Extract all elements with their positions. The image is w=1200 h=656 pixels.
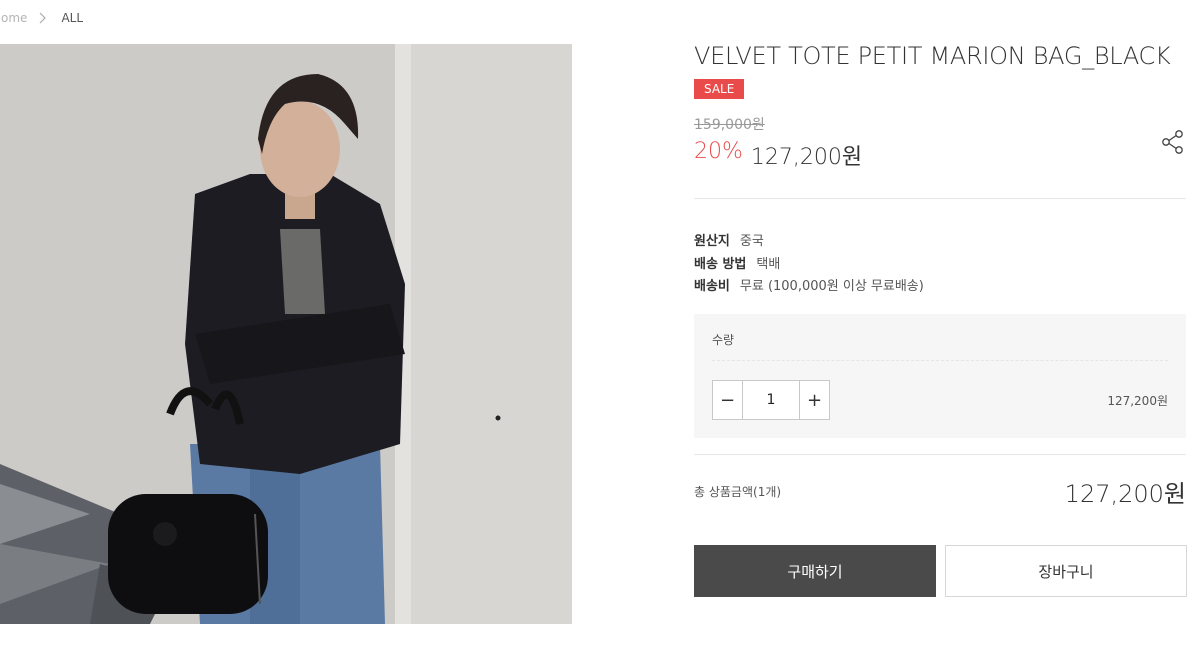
quantity-label: 수량 — [712, 333, 735, 347]
sale-badge: SALE — [694, 79, 745, 99]
share-icon[interactable] — [1160, 129, 1186, 155]
divider — [694, 198, 1186, 199]
divider — [694, 454, 1186, 455]
divider — [712, 360, 1168, 361]
increase-quantity-button[interactable]: + — [800, 381, 829, 419]
sale-price: 127,200원 — [750, 145, 863, 170]
spec-value: 무료 (100,000원 이상 무료배송) — [739, 279, 924, 294]
spec-value: 택배 — [756, 257, 781, 272]
spec-label: 배송 방법 — [694, 257, 747, 272]
spec-shipping-method: 배송 방법 택배 — [694, 253, 780, 272]
spec-origin: 원산지 중국 — [694, 230, 764, 249]
breadcrumb: Home ALL — [0, 8, 83, 28]
spec-value: 중국 — [739, 234, 764, 249]
breadcrumb-current[interactable]: ALL — [61, 11, 83, 25]
add-to-cart-button[interactable]: 장바구니 — [945, 545, 1187, 597]
price-row: 20% 127,200원 — [694, 139, 862, 171]
quantity-panel: 수량 − 1 + 127,200원 — [694, 314, 1186, 438]
item-subtotal: 127,200원 — [1107, 394, 1168, 408]
discount-rate: 20% — [694, 139, 743, 164]
total-label: 총 상품금액(1개) — [694, 485, 782, 499]
product-title: VELVET TOTE PETIT MARION BAG_BLACK — [694, 42, 1171, 70]
total-price: 127,200원 — [1064, 480, 1186, 508]
chevron-right-icon — [39, 11, 49, 25]
quantity-stepper: − 1 + — [712, 380, 830, 420]
product-image[interactable] — [0, 44, 572, 624]
product-photo-illustration — [0, 44, 572, 624]
quantity-input[interactable]: 1 — [742, 381, 800, 419]
spec-shipping-fee: 배송비 무료 (100,000원 이상 무료배송) — [694, 275, 924, 294]
breadcrumb-home[interactable]: Home — [0, 11, 27, 25]
buy-now-button[interactable]: 구매하기 — [694, 545, 936, 597]
original-price: 159,000원 — [694, 117, 765, 133]
decrease-quantity-button[interactable]: − — [713, 381, 742, 419]
spec-label: 배송비 — [694, 279, 730, 294]
spec-label: 원산지 — [694, 234, 730, 249]
